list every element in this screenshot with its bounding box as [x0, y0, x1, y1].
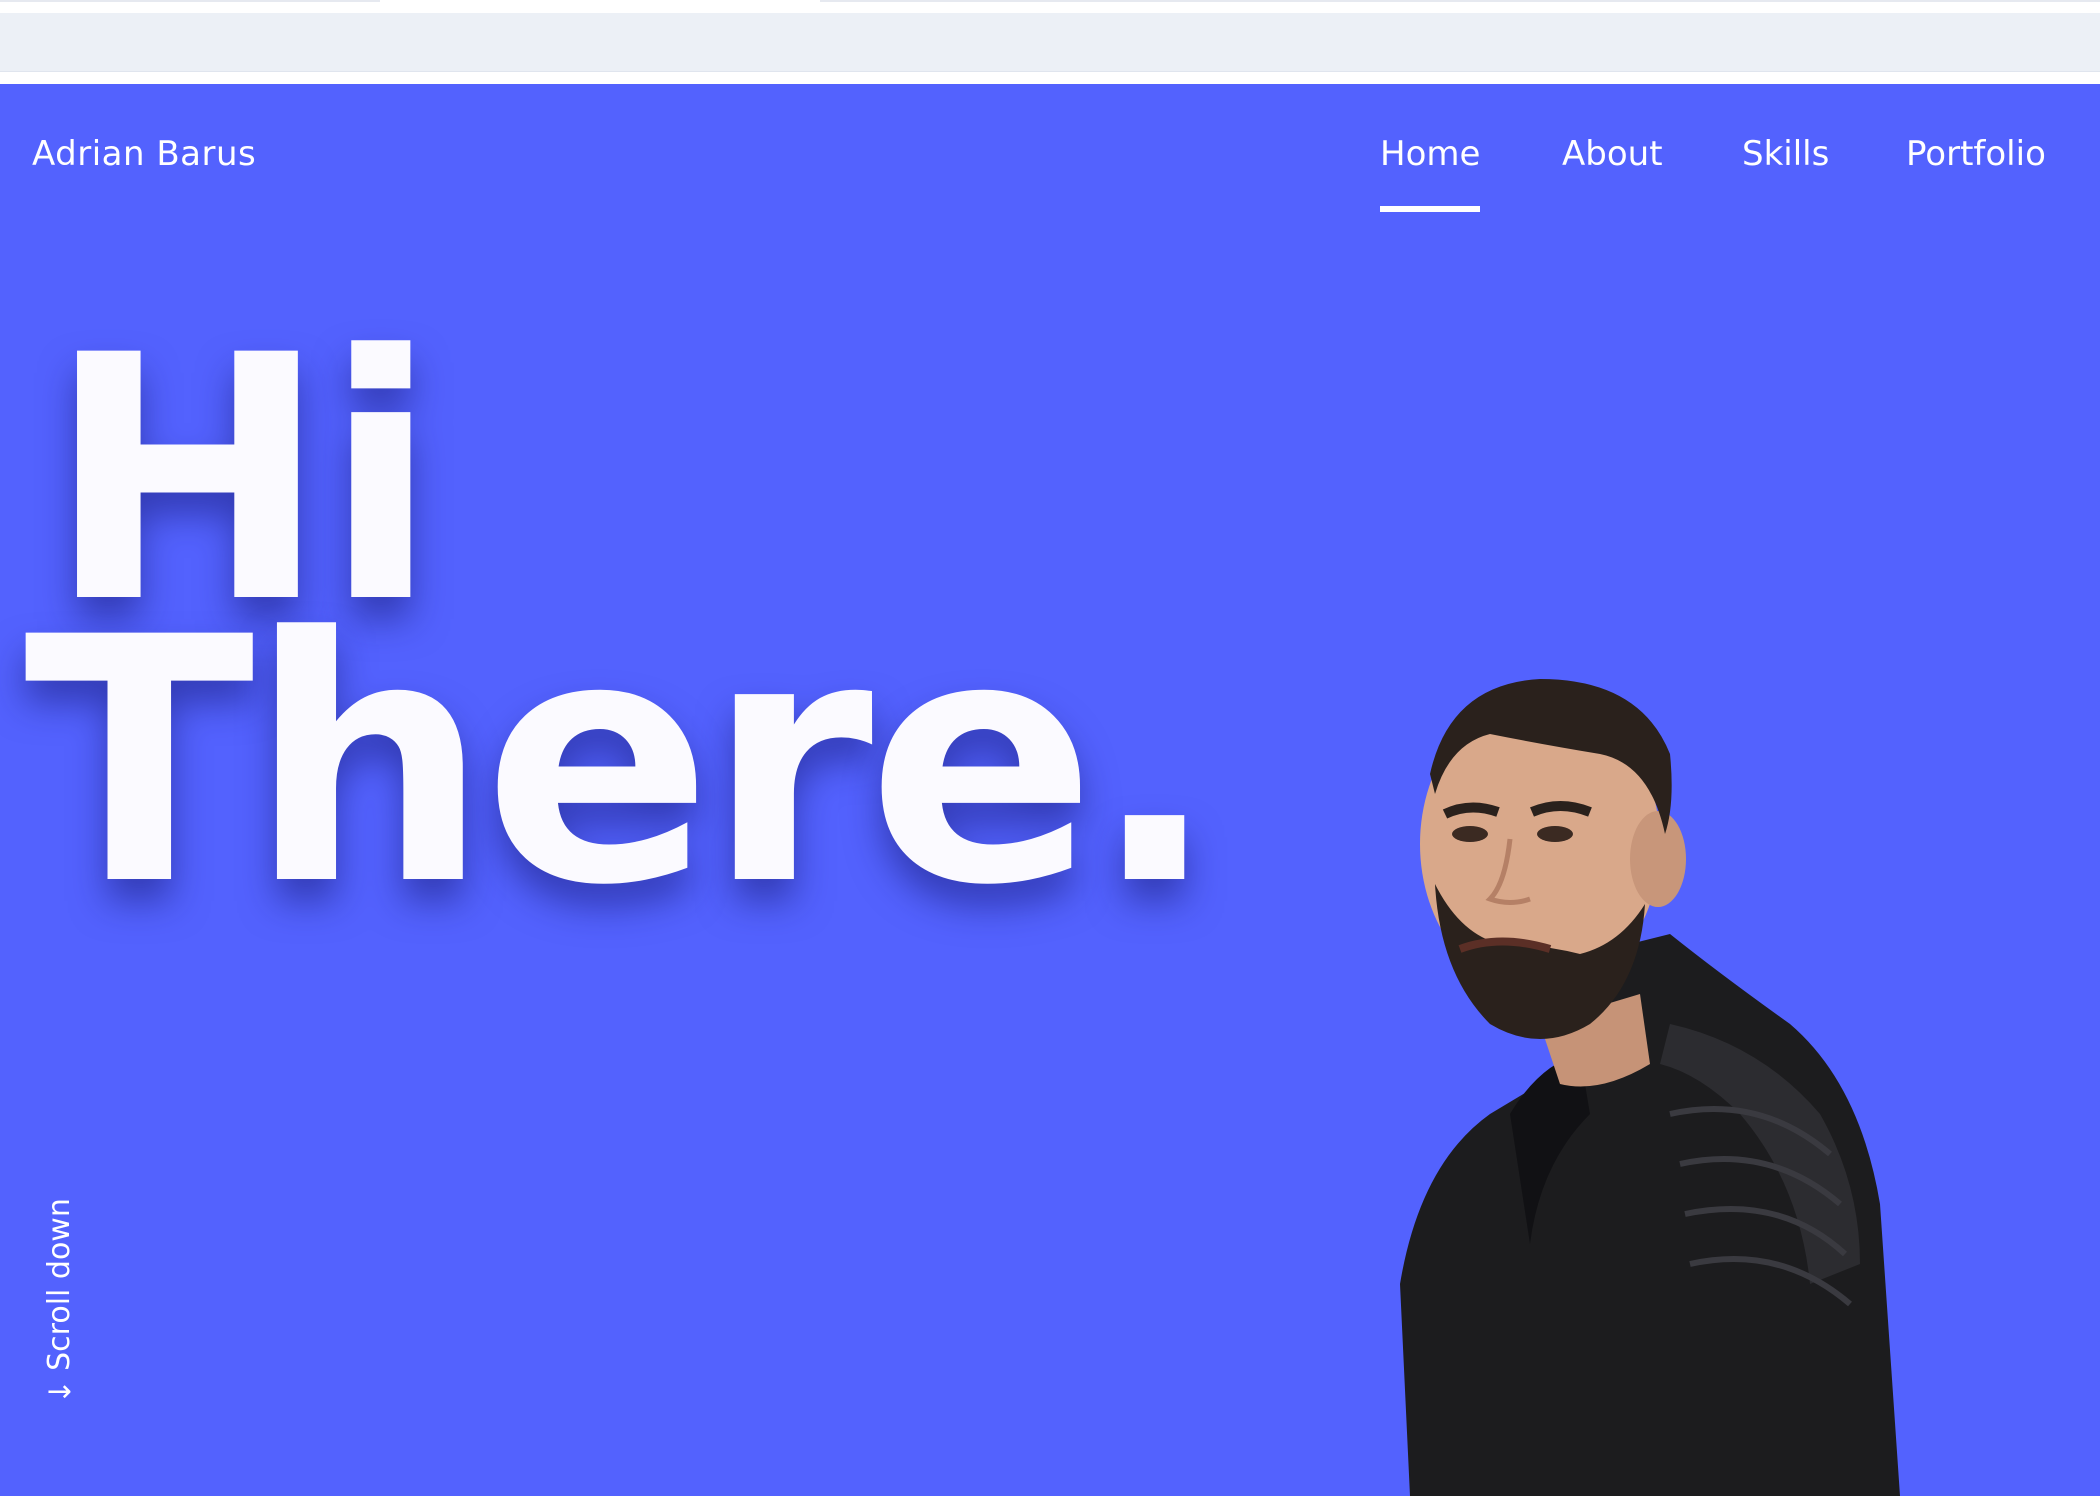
browser-toolbar: [0, 13, 2100, 72]
arrow-down-icon: →: [46, 1373, 73, 1409]
nav-item-home[interactable]: Home: [1380, 134, 1481, 212]
headline-line-2: There.: [24, 565, 1219, 959]
nav-item-label: Home: [1380, 134, 1481, 174]
ear-shape: [1630, 811, 1686, 907]
nav-item-portfolio[interactable]: Portfolio: [1906, 134, 2046, 174]
scroll-down-label: Scroll down: [42, 1198, 77, 1371]
browser-tab-edge: [820, 0, 2100, 2]
site-brand[interactable]: Adrian Barus: [32, 134, 256, 174]
hero-headline: Hi There.: [24, 311, 1219, 959]
profile-photo: [1400, 679, 1900, 1496]
scroll-down-link[interactable]: → Scroll down: [42, 1198, 77, 1409]
active-nav-indicator: [1380, 206, 1481, 212]
eye-shape: [1452, 826, 1488, 842]
nav-item-skills[interactable]: Skills: [1742, 134, 1829, 174]
nav-item-label: Portfolio: [1906, 134, 2046, 174]
nav-item-label: About: [1562, 134, 1663, 174]
nav-item-about[interactable]: About: [1562, 134, 1663, 174]
hero-section: Adrian Barus Home About Skills Portfolio…: [0, 84, 2100, 1496]
main-nav: Home About Skills Portfolio: [1380, 134, 2100, 234]
nav-item-label: Skills: [1742, 134, 1830, 174]
eye-shape: [1537, 826, 1573, 842]
browser-chrome: [0, 0, 2100, 84]
browser-tab-edge: [0, 0, 380, 2]
